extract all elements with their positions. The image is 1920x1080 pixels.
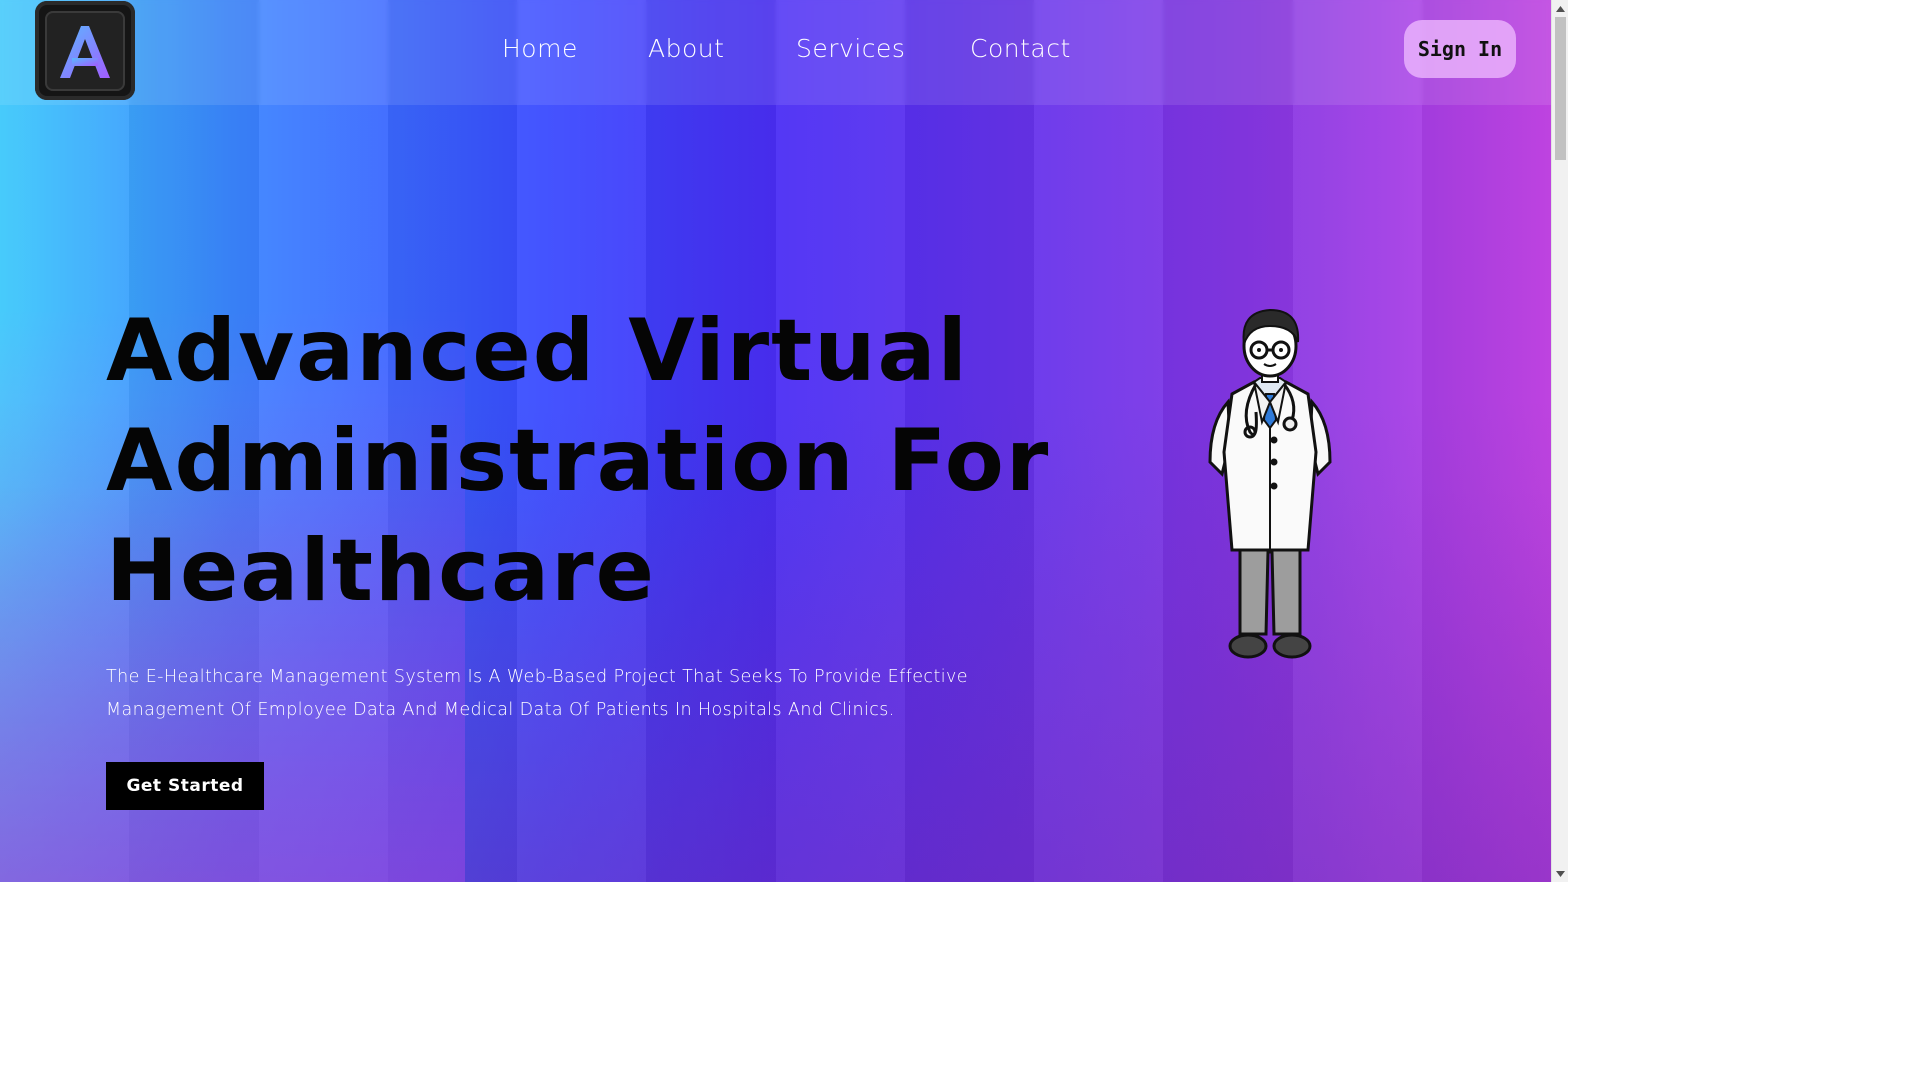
scroll-down-arrow-icon[interactable] — [1552, 865, 1568, 882]
nav-link-home[interactable]: Home — [502, 34, 578, 63]
nav-link-services[interactable]: Services — [796, 34, 905, 63]
nav-link-about[interactable]: About — [648, 34, 724, 63]
main-nav: Home About Services Contact — [0, 0, 1551, 105]
landing-page: Home About Services Contact Sign In Adva… — [0, 0, 1551, 882]
scroll-up-arrow-icon[interactable] — [1552, 0, 1568, 17]
vertical-scrollbar[interactable] — [1551, 0, 1568, 882]
site-header: Home About Services Contact Sign In — [0, 0, 1551, 105]
sign-in-button[interactable]: Sign In — [1404, 20, 1516, 78]
hero-description: The E-Healthcare Management System Is A … — [106, 667, 968, 720]
get-started-button[interactable]: Get Started — [106, 762, 264, 810]
hero-title: Advanced Virtual Administration For Heal… — [106, 301, 1051, 621]
scrollbar-thumb[interactable] — [1555, 17, 1566, 160]
browser-viewport: Home About Services Contact Sign In Adva… — [0, 0, 1568, 882]
doctor-illustration — [1200, 302, 1340, 664]
nav-link-contact[interactable]: Contact — [970, 34, 1071, 63]
